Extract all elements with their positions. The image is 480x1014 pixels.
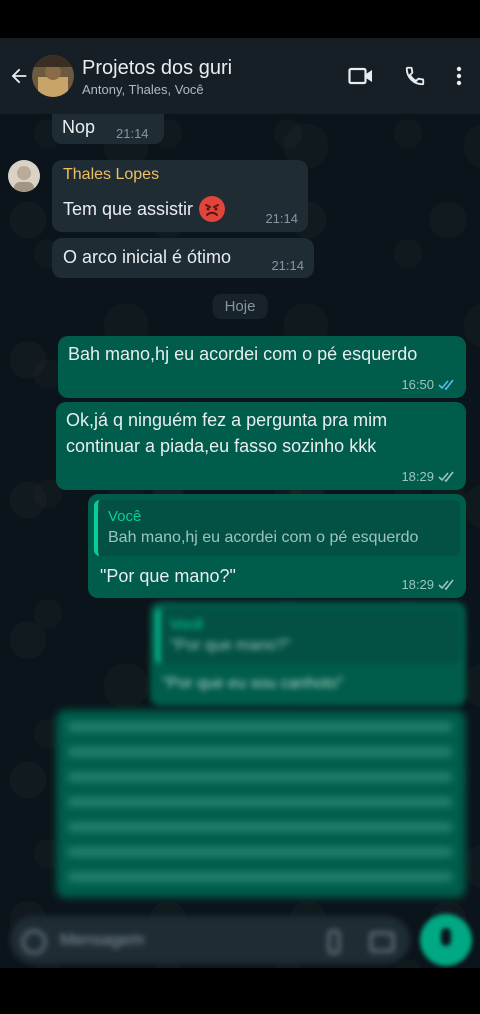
message-text: Tem que assistir: [63, 199, 194, 219]
message-time: 21:14: [271, 258, 304, 273]
message-bubble-incoming[interactable]: O arco inicial é ótimo 21:14: [52, 238, 314, 278]
chat-title: Projetos dos guri: [82, 56, 233, 79]
chat-screen: Projetos dos guri Antony, Thales, Você N…: [0, 38, 480, 968]
delivered-receipt-icon: [438, 579, 454, 590]
quoted-text: "Por que mano?": [170, 637, 291, 654]
message-time: 18:29: [401, 469, 434, 484]
group-avatar[interactable]: [32, 55, 74, 97]
message-text-line: continuar a piada,eu fasso sozinho kkk: [66, 436, 377, 456]
message-meta: 18:29: [401, 577, 456, 592]
mic-icon: [441, 928, 451, 946]
quoted-text: Bah mano,hj eu acordei com o pé esquerdo: [108, 529, 419, 546]
camera-icon[interactable]: [370, 932, 394, 952]
message-bubble-reply[interactable]: Você "Por que mano?" "Por que eu sou can…: [150, 602, 466, 706]
angry-face-icon: [199, 196, 226, 222]
message-time: 18:29: [401, 577, 434, 592]
message-text-line: Ok,já q ninguém fez a pergunta pra mim: [66, 410, 388, 430]
message-text: "Por que mano?": [100, 566, 236, 586]
video-call-icon[interactable]: [348, 65, 374, 87]
message-time: 21:14: [265, 211, 298, 226]
chat-participants: Antony, Thales, Você: [82, 81, 204, 97]
read-receipt-icon: [438, 379, 454, 390]
chat-header: Projetos dos guri Antony, Thales, Você: [0, 38, 480, 114]
message-text: Nop: [62, 117, 96, 137]
attach-icon[interactable]: [328, 930, 340, 954]
quoted-message[interactable]: Você "Por que mano?": [156, 608, 460, 664]
message-bubble-reply[interactable]: Você Bah mano,hj eu acordei com o pé esq…: [88, 494, 466, 598]
message-bubble-outgoing[interactable]: Ok,já q ninguém fez a pergunta pra mim c…: [56, 402, 466, 490]
message-input[interactable]: Mensagem: [10, 916, 410, 964]
message-time: 16:50: [401, 377, 434, 392]
message-bubble-redacted[interactable]: [56, 710, 466, 898]
quoted-author: Você: [170, 616, 204, 633]
redacted-content: [68, 722, 452, 882]
emoji-icon[interactable]: [22, 930, 46, 954]
sender-avatar[interactable]: [8, 160, 40, 192]
message-input-placeholder: Mensagem: [60, 930, 145, 949]
delivered-receipt-icon: [438, 471, 454, 482]
composer-bar: Mensagem: [0, 910, 480, 968]
message-author: Thales Lopes: [63, 166, 160, 183]
date-divider: Hoje: [212, 294, 268, 319]
message-meta: 18:29: [401, 469, 456, 484]
message-text: Bah mano,hj eu acordei com o pé esquerdo: [68, 344, 418, 364]
message-text: "Por que eu sou canhoto": [162, 675, 344, 692]
more-options-icon[interactable]: [456, 65, 462, 87]
message-bubble-outgoing[interactable]: Bah mano,hj eu acordei com o pé esquerdo…: [58, 336, 466, 398]
message-bubble-incoming[interactable]: Thales Lopes Tem que assistir 21:14: [52, 160, 308, 232]
header-actions: [348, 65, 462, 87]
message-text: O arco inicial é ótimo: [63, 247, 232, 267]
quoted-author: Você: [108, 508, 142, 525]
message-meta: 16:50: [401, 377, 456, 392]
mic-button[interactable]: [420, 914, 472, 966]
quoted-message[interactable]: Você Bah mano,hj eu acordei com o pé esq…: [94, 500, 460, 556]
back-button[interactable]: [2, 65, 36, 87]
voice-call-icon[interactable]: [404, 65, 426, 87]
message-time: 21:14: [116, 126, 149, 141]
chat-title-area[interactable]: Projetos dos guri Antony, Thales, Você: [82, 56, 348, 97]
back-arrow-icon: [11, 68, 27, 84]
message-body: Tem que assistir: [63, 196, 226, 222]
